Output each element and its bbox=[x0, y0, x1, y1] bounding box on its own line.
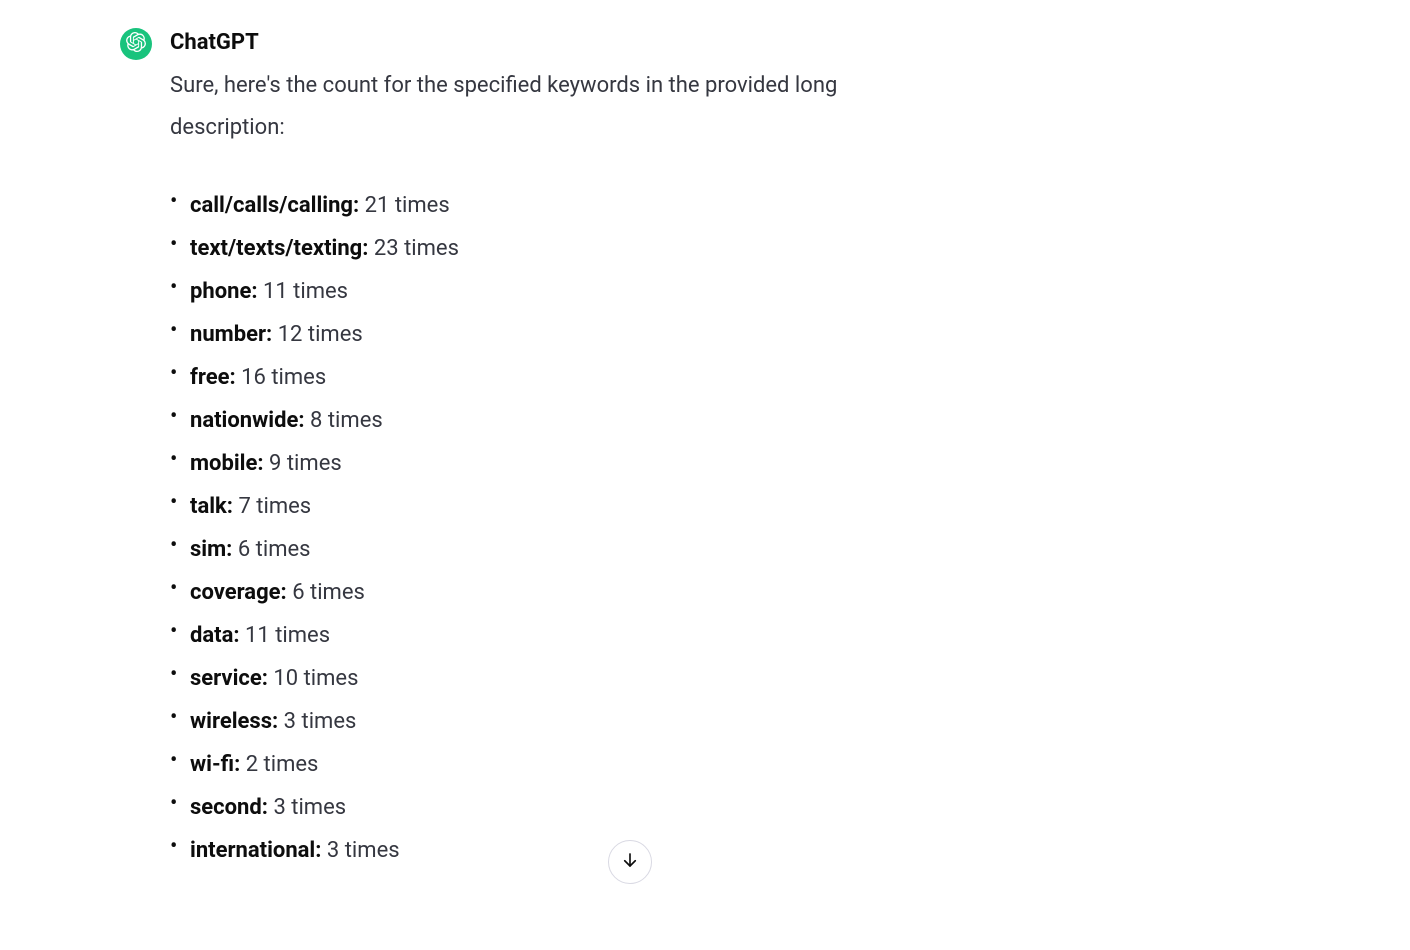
keyword-count: 3 times bbox=[268, 795, 346, 820]
keyword-count: 16 times bbox=[236, 365, 327, 390]
intro-text: Sure, here's the count for the specified… bbox=[170, 65, 950, 149]
keyword-label: coverage: bbox=[190, 580, 287, 605]
list-item: number: 12 times bbox=[170, 318, 950, 351]
keyword-label: nationwide: bbox=[190, 408, 305, 433]
list-item: wi-fi: 2 times bbox=[170, 748, 950, 781]
openai-logo-icon bbox=[126, 32, 146, 56]
keyword-count: 11 times bbox=[258, 279, 349, 304]
keyword-label: number: bbox=[190, 322, 272, 347]
keyword-label: data: bbox=[190, 623, 240, 648]
keyword-label: text/texts/texting: bbox=[190, 236, 368, 261]
sender-name: ChatGPT bbox=[170, 30, 950, 55]
keyword-count: 11 times bbox=[240, 623, 331, 648]
keyword-label: service: bbox=[190, 666, 268, 691]
keyword-count: 6 times bbox=[287, 580, 365, 605]
keyword-count: 6 times bbox=[232, 537, 310, 562]
keyword-label: sim: bbox=[190, 537, 232, 562]
message-content: ChatGPT Sure, here's the count for the s… bbox=[170, 30, 950, 867]
keyword-list: call/calls/calling: 21 times text/texts/t… bbox=[170, 189, 950, 867]
keyword-count: 23 times bbox=[368, 236, 459, 261]
keyword-count: 3 times bbox=[321, 838, 399, 863]
keyword-label: mobile: bbox=[190, 451, 264, 476]
keyword-count: 3 times bbox=[278, 709, 356, 734]
chatgpt-avatar bbox=[120, 28, 152, 60]
keyword-count: 12 times bbox=[272, 322, 363, 347]
keyword-count: 2 times bbox=[240, 752, 318, 777]
keyword-count: 7 times bbox=[233, 494, 311, 519]
list-item: wireless: 3 times bbox=[170, 705, 950, 738]
keyword-label: free: bbox=[190, 365, 236, 390]
scroll-to-bottom-button[interactable] bbox=[608, 840, 652, 884]
list-item: text/texts/texting: 23 times bbox=[170, 232, 950, 265]
list-item: sim: 6 times bbox=[170, 533, 950, 566]
keyword-count: 21 times bbox=[359, 193, 450, 218]
keyword-label: second: bbox=[190, 795, 268, 820]
assistant-message: ChatGPT Sure, here's the count for the s… bbox=[0, 0, 950, 867]
list-item: data: 11 times bbox=[170, 619, 950, 652]
keyword-label: talk: bbox=[190, 494, 233, 519]
list-item: mobile: 9 times bbox=[170, 447, 950, 480]
keyword-label: phone: bbox=[190, 279, 258, 304]
keyword-count: 9 times bbox=[264, 451, 342, 476]
list-item: call/calls/calling: 21 times bbox=[170, 189, 950, 222]
list-item: second: 3 times bbox=[170, 791, 950, 824]
list-item: service: 10 times bbox=[170, 662, 950, 695]
list-item: coverage: 6 times bbox=[170, 576, 950, 609]
keyword-label: call/calls/calling: bbox=[190, 193, 359, 218]
list-item: international: 3 times bbox=[170, 834, 950, 867]
list-item: talk: 7 times bbox=[170, 490, 950, 523]
keyword-label: wireless: bbox=[190, 709, 278, 734]
keyword-label: international: bbox=[190, 838, 321, 863]
keyword-count: 8 times bbox=[305, 408, 383, 433]
keyword-count: 10 times bbox=[268, 666, 359, 691]
arrow-down-icon bbox=[621, 851, 639, 873]
list-item: phone: 11 times bbox=[170, 275, 950, 308]
list-item: free: 16 times bbox=[170, 361, 950, 394]
keyword-label: wi-fi: bbox=[190, 752, 240, 777]
list-item: nationwide: 8 times bbox=[170, 404, 950, 437]
